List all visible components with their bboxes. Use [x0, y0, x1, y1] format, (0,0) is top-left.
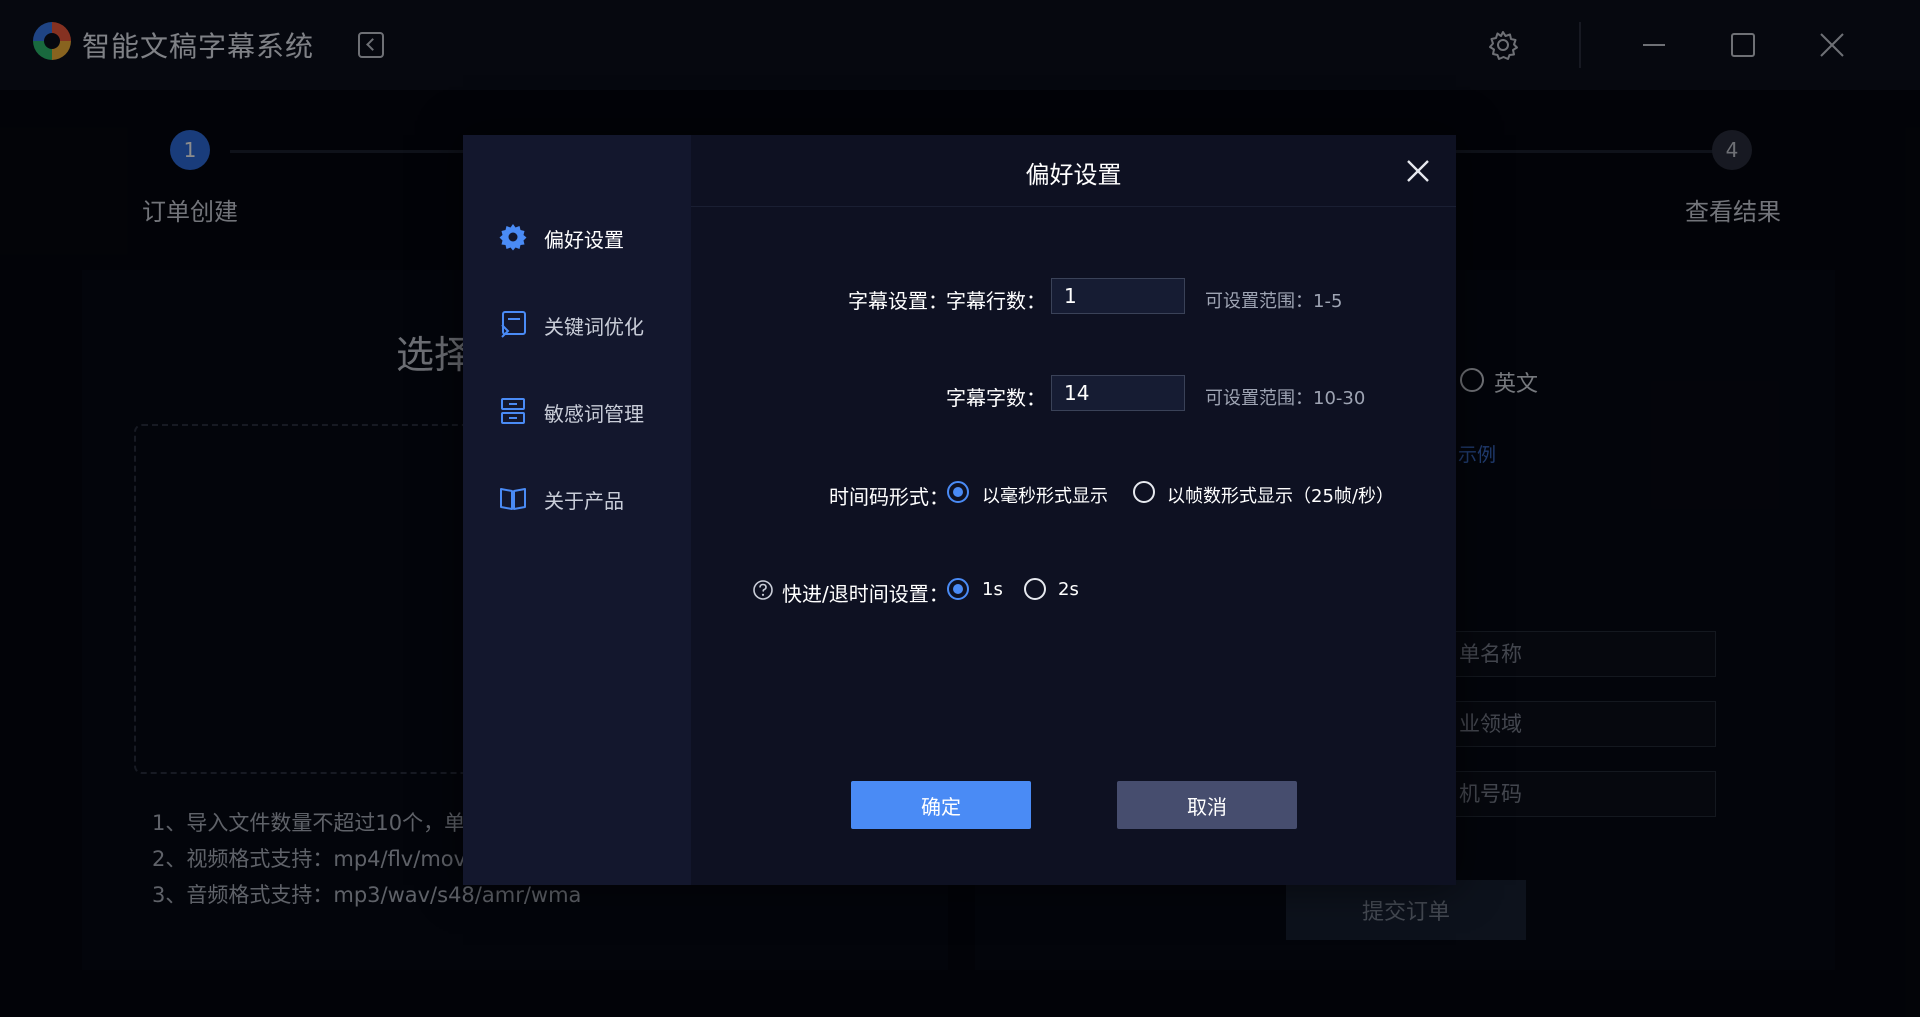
timecode-label: 时间码形式： [829, 485, 949, 509]
preferences-dialog: 偏好设置 关键词优化 敏感词管理 关于产品 偏好设置 [463, 135, 1456, 885]
sidebar-label-sensitive-words: 敏感词管理 [544, 402, 644, 426]
timecode-ms-label: 以毫秒形式显示 [982, 486, 1108, 507]
seek-2s-radio[interactable] [1024, 578, 1046, 600]
subtitle-lines-input[interactable] [1051, 278, 1185, 314]
subtitle-chars-hint: 可设置范围：10-30 [1205, 388, 1366, 409]
confirm-button[interactable]: 确定 [851, 781, 1031, 829]
subtitle-lines-hint: 可设置范围：1-5 [1205, 291, 1343, 312]
subtitle-settings-label: 字幕设置： [848, 289, 948, 313]
sidebar-item-about[interactable]: 关于产品 [463, 473, 691, 523]
filter-icon [501, 398, 525, 424]
sidebar-label-keyword-optimization: 关键词优化 [544, 315, 644, 339]
gear-icon [499, 224, 527, 251]
sidebar-label-preferences: 偏好设置 [544, 228, 624, 252]
sidebar-item-preferences[interactable]: 偏好设置 [463, 212, 691, 262]
seek-1s-radio[interactable] [947, 578, 969, 600]
sidebar-label-about: 关于产品 [544, 489, 624, 513]
help-icon[interactable] [752, 579, 774, 601]
seek-2s-label: 2s [1058, 579, 1079, 600]
timecode-frames-radio[interactable] [1133, 481, 1155, 503]
dialog-title: 偏好设置 [1025, 161, 1122, 189]
subtitle-chars-input[interactable] [1051, 375, 1185, 411]
sidebar-item-sensitive-words[interactable]: 敏感词管理 [463, 386, 691, 436]
preferences-sidebar: 偏好设置 关键词优化 敏感词管理 关于产品 [463, 135, 691, 885]
close-icon[interactable] [1402, 155, 1434, 187]
seek-1s-label: 1s [982, 579, 1003, 600]
subtitle-chars-label: 字幕字数： [946, 386, 1046, 410]
subtitle-lines-label: 字幕行数： [946, 289, 1046, 313]
seek-interval-label: 快进/退时间设置： [782, 582, 949, 606]
sidebar-item-keyword-optimization[interactable]: 关键词优化 [463, 299, 691, 349]
timecode-frames-label: 以帧数形式显示（25帧/秒） [1167, 486, 1394, 507]
dialog-header: 偏好设置 [691, 135, 1456, 207]
timecode-ms-radio[interactable] [947, 481, 969, 503]
keyword-icon [501, 311, 526, 338]
book-icon [500, 488, 526, 510]
cancel-button[interactable]: 取消 [1117, 781, 1297, 829]
